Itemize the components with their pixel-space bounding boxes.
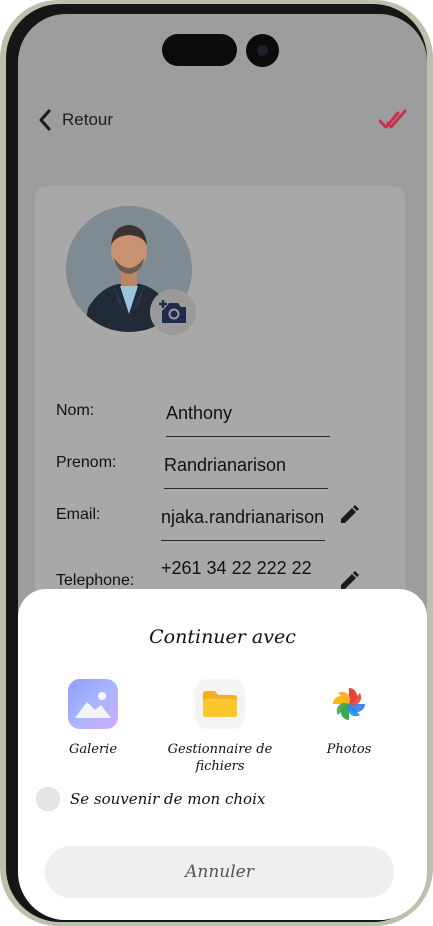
app-option-galerie[interactable]: Galerie [58, 679, 128, 758]
app-option-gestionnaire[interactable]: Gestionnaire de fichiers [158, 679, 282, 775]
email-field[interactable]: njaka.randrianarison [161, 507, 327, 528]
back-button[interactable]: Retour [38, 107, 113, 133]
email-label: Email: [56, 506, 101, 523]
telephone-label: Telephone: [56, 572, 135, 589]
remember-choice-radio[interactable] [36, 787, 60, 811]
folder-icon [195, 679, 245, 729]
gestionnaire-label: Gestionnaire de fichiers [158, 741, 282, 775]
phone-bezel: Retour Nom: Anthony Prenom: Randrianaris… [6, 4, 427, 922]
telephone-field[interactable]: +261 34 22 222 22 [161, 558, 327, 579]
nom-field[interactable]: Anthony [166, 403, 326, 424]
chevron-left-icon [39, 109, 51, 131]
gestionnaire-label-line1: Gestionnaire de [167, 742, 273, 757]
gallery-icon [68, 679, 118, 729]
phone-frame: Retour Nom: Anthony Prenom: Randrianaris… [0, 0, 433, 926]
gestionnaire-label-line2: fichiers [195, 759, 245, 774]
edit-email-icon[interactable] [338, 504, 360, 526]
sheet-title: Continuer avec [149, 626, 296, 648]
nom-label: Nom: [56, 402, 95, 419]
email-underline [161, 540, 325, 541]
screen: Retour Nom: Anthony Prenom: Randrianaris… [18, 14, 427, 920]
add-camera-icon [159, 300, 186, 323]
galerie-label: Galerie [68, 742, 118, 757]
prenom-label: Prenom: [56, 454, 117, 471]
app-option-photos[interactable]: Photos [314, 679, 384, 758]
back-label: Retour [62, 110, 114, 129]
nom-underline [166, 436, 330, 437]
double-check-icon[interactable] [379, 108, 407, 132]
photos-label: Photos [326, 742, 372, 757]
cancel-button[interactable]: Annuler [45, 846, 394, 898]
prenom-underline [164, 488, 328, 489]
continue-with-sheet: Continuer avec Galerie Gestionnaire de f… [18, 589, 427, 920]
front-camera [246, 34, 279, 67]
dynamic-island [162, 34, 237, 66]
remember-choice-label: Se souvenir de mon choix [70, 790, 266, 808]
remember-choice-row[interactable]: Se souvenir de mon choix [36, 787, 265, 811]
prenom-field[interactable]: Randrianarison [164, 455, 328, 476]
google-photos-icon [324, 679, 374, 729]
add-photo-button[interactable] [150, 289, 196, 335]
